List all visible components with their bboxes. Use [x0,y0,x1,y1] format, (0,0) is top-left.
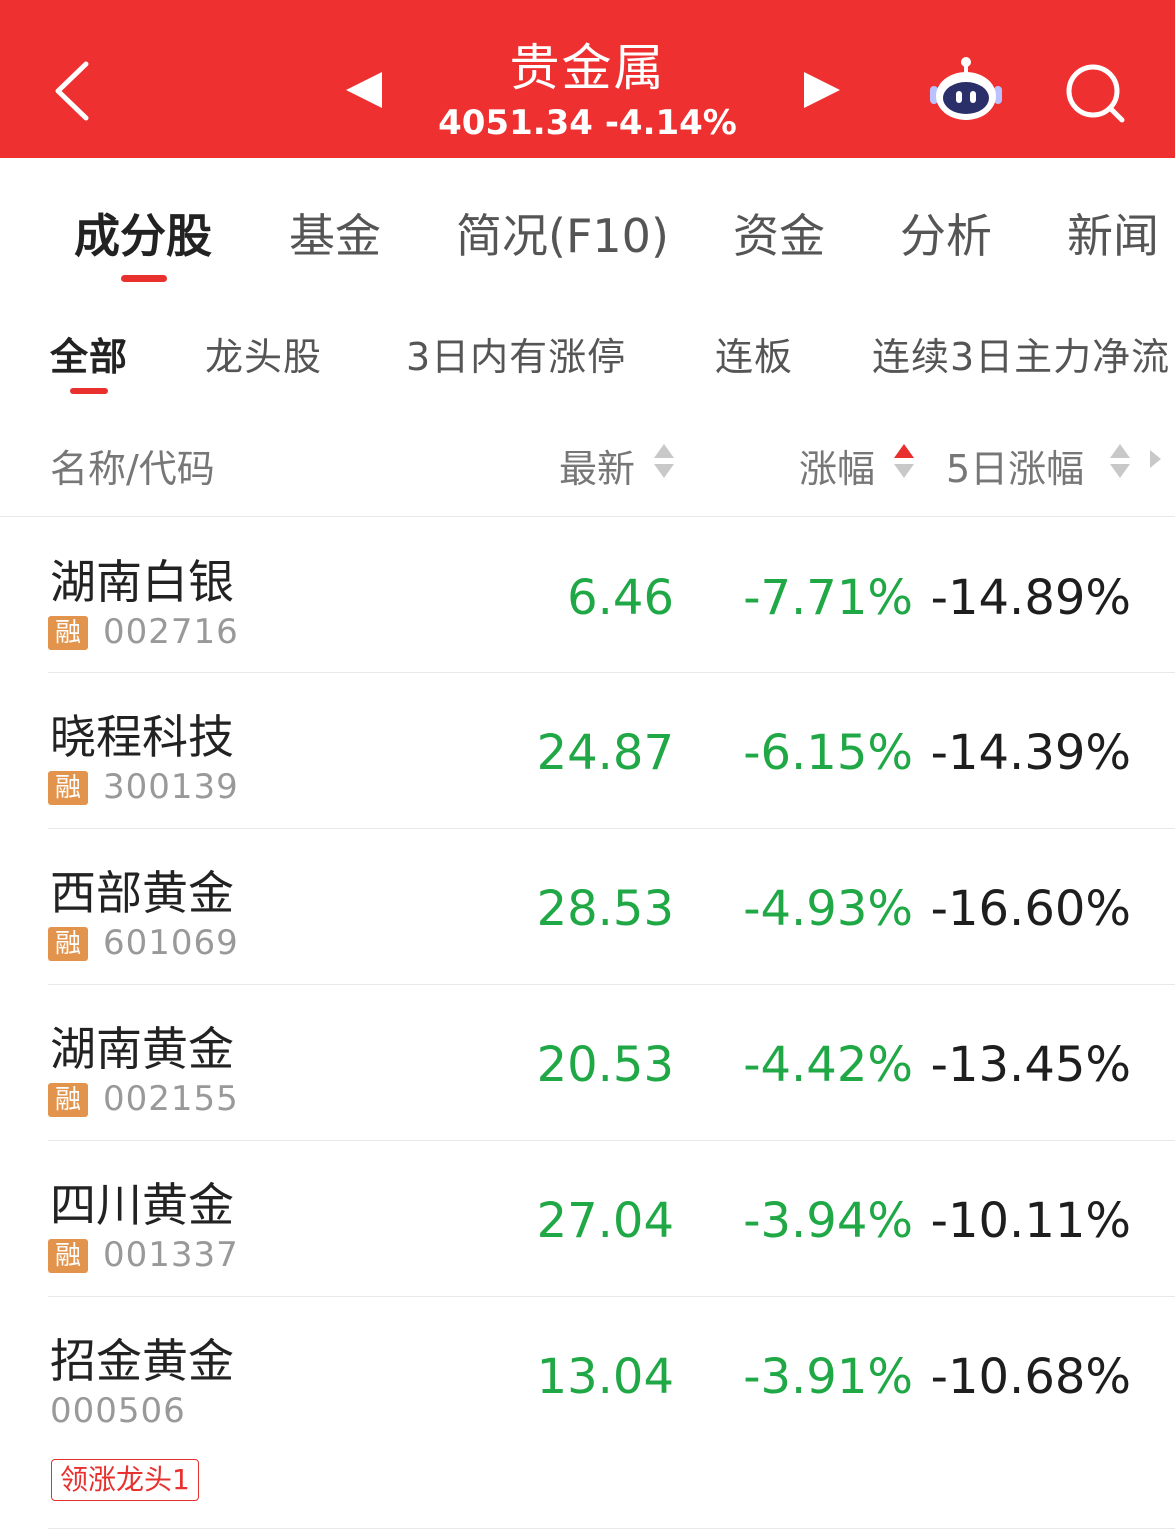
table-row[interactable]: 湖南黄金 融 002155 20.53 -4.42% -13.45% [0,985,1175,1141]
active-subtab-indicator [70,388,108,394]
change-pct: -4.42% [743,1037,913,1093]
table-header: 名称/代码 最新 涨幅 5日涨幅 [0,410,1175,517]
col-last[interactable]: 最新 [559,438,635,493]
change-pct: -6.15% [743,725,913,781]
active-tab-indicator [121,275,167,282]
margin-badge: 融 [48,927,88,961]
col-change[interactable]: 涨幅 [799,438,875,493]
stock-code: 000506 [50,1391,186,1431]
last-price: 20.53 [536,1037,674,1093]
index-change: -4.14% [604,103,737,143]
change-5d-pct: -14.39% [930,725,1131,781]
stock-name: 四川黄金 [50,1178,234,1232]
sort-icon[interactable] [894,442,916,482]
table-row[interactable]: 四川黄金 融 001337 27.04 -3.94% -10.11% [0,1141,1175,1297]
index-value: 4051.34 [438,103,593,143]
stock-code: 002716 [103,612,239,652]
table-row[interactable]: 湖南白银 融 002716 6.46 -7.71% -14.89% [0,518,1175,673]
robot-assistant-icon[interactable] [926,54,1006,124]
margin-badge: 融 [48,1083,88,1117]
change-pct: -3.91% [743,1349,913,1405]
stock-name: 西部黄金 [50,866,234,920]
change-pct: -4.93% [743,881,913,937]
stock-name: 湖南白银 [50,555,234,609]
tab-analysis[interactable]: 分析 [900,200,992,266]
subtab-net-inflow-3d[interactable]: 连续3日主力净流 [872,326,1170,381]
leader-tag[interactable]: 领涨龙头1 [51,1459,199,1501]
tab-capital[interactable]: 资金 [733,200,825,266]
next-arrow-icon[interactable] [804,72,840,108]
tab-funds[interactable]: 基金 [289,200,381,266]
stock-code: 002155 [103,1079,239,1119]
subtab-consecutive-limit[interactable]: 连板 [715,326,793,381]
subtab-limit-up-3d[interactable]: 3日内有涨停 [406,326,626,381]
change-5d-pct: -10.11% [930,1193,1131,1249]
last-price: 13.04 [536,1349,674,1405]
tab-news[interactable]: 新闻 [1067,200,1159,266]
stock-name: 晓程科技 [50,710,234,764]
change-5d-pct: -10.68% [930,1349,1131,1405]
filter-tabs: 全部 龙头股 3日内有涨停 连板 连续3日主力净流 [0,298,1175,408]
tab-profile-f10[interactable]: 简况(F10) [456,200,669,266]
margin-badge: 融 [48,1239,88,1273]
table-row[interactable]: 西部黄金 融 601069 28.53 -4.93% -16.60% [0,829,1175,985]
margin-badge: 融 [48,771,88,805]
col-change-5d[interactable]: 5日涨幅 [946,438,1084,493]
stock-name: 招金黄金 [50,1334,234,1388]
subtab-leaders[interactable]: 龙头股 [205,326,322,381]
row-divider [48,1528,1175,1529]
last-price: 27.04 [536,1193,674,1249]
tab-constituents[interactable]: 成分股 [74,200,212,266]
change-pct: -7.71% [743,570,913,626]
main-tabs: 成分股 基金 简况(F10) 资金 分析 新闻 [0,158,1175,298]
change-5d-pct: -13.45% [930,1037,1131,1093]
sort-icon[interactable] [1110,442,1132,482]
search-icon[interactable] [1062,60,1128,126]
change-pct: -3.94% [743,1193,913,1249]
top-bar: 贵金属 4051.34 -4.14% [0,0,1175,158]
table-row[interactable]: 晓程科技 融 300139 24.87 -6.15% -14.39% [0,673,1175,829]
sort-icon[interactable] [654,442,676,482]
more-columns-icon[interactable] [1150,450,1161,468]
col-name-code: 名称/代码 [50,447,215,491]
change-5d-pct: -16.60% [930,881,1131,937]
stock-code: 001337 [103,1235,239,1275]
subtab-all[interactable]: 全部 [50,326,128,381]
change-5d-pct: -14.89% [930,570,1131,626]
margin-badge: 融 [48,616,88,650]
table-row[interactable]: 招金黄金 000506 13.04 -3.91% -10.68% 领涨龙头1 [0,1297,1175,1529]
last-price: 28.53 [536,881,674,937]
stock-name: 湖南黄金 [50,1022,234,1076]
last-price: 6.46 [567,570,674,626]
stock-code: 300139 [103,767,239,807]
last-price: 24.87 [536,725,674,781]
stock-code: 601069 [103,923,239,963]
